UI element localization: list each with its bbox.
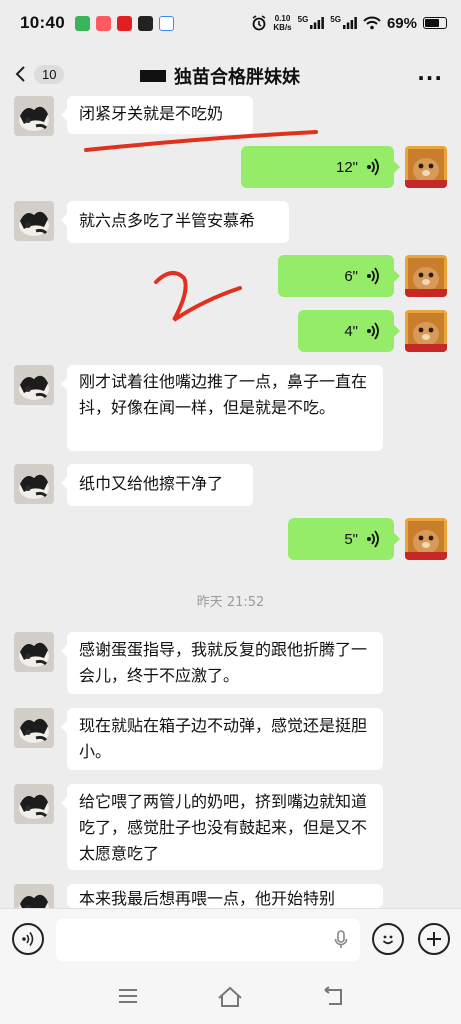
voice-duration: 12" [335, 158, 358, 176]
network-speed-value: 0.10 [274, 14, 291, 23]
voice-wave-icon [367, 322, 379, 340]
voice-wave-icon [367, 530, 379, 548]
chat-header: 10 独苗合格胖妹妹 ··· [0, 48, 461, 100]
redacted-text [140, 70, 166, 82]
self-avatar[interactable] [405, 255, 447, 297]
contact-avatar[interactable] [14, 365, 54, 405]
chat-title[interactable]: 独苗合格胖妹妹 [140, 63, 300, 89]
contact-avatar[interactable] [14, 708, 54, 748]
message-bubble[interactable]: 刚才试着往他嘴边推了一点，鼻子一直在抖，好像在闻一样，但是就是不吃。 [61, 365, 383, 451]
battery-percent: 69% [386, 14, 417, 32]
voice-duration: 5" [344, 530, 358, 548]
voice-message[interactable]: 5" [288, 518, 400, 560]
taobao-icon [137, 15, 153, 31]
wifi-icon [363, 16, 381, 30]
contact-avatar[interactable] [14, 464, 54, 504]
more-options-button[interactable]: ··· [417, 66, 443, 90]
menu-icon[interactable] [117, 986, 139, 1006]
self-avatar[interactable] [405, 310, 447, 352]
message-bubble[interactable]: 给它喂了两管儿的奶吧，挤到嘴边就知道吃了，感觉肚子也没有鼓起来，但是又不太愿意吃… [61, 784, 383, 870]
emoji-icon [382, 935, 394, 945]
more-functions-button[interactable] [418, 923, 450, 955]
red-number-annotation [154, 270, 242, 322]
back-button[interactable]: 10 [14, 64, 65, 84]
chevron-left-icon [15, 66, 25, 82]
voice-wave-icon [367, 267, 379, 285]
voice-wave-icon [367, 158, 379, 176]
emoji-button[interactable] [372, 923, 404, 955]
signal-icon [310, 17, 325, 29]
voice-message[interactable]: 4" [298, 310, 400, 352]
message-bubble[interactable]: 现在就贴在箱子边不动弹，感觉还是挺胆小。 [61, 708, 383, 770]
plus-icon [427, 932, 441, 946]
back-nav-icon[interactable] [321, 986, 345, 1008]
system-nav-bar [0, 972, 461, 1024]
status-time: 10:40 [20, 13, 65, 32]
input-bar [0, 908, 461, 972]
app-notification-icon [158, 15, 174, 31]
network-speed: 0.10 KB/s [273, 14, 291, 32]
self-avatar[interactable] [405, 146, 447, 188]
message-input[interactable] [56, 919, 360, 961]
contact-avatar[interactable] [14, 784, 54, 824]
home-icon[interactable] [217, 986, 243, 1008]
contact-avatar[interactable] [14, 96, 54, 136]
voice-message[interactable]: 6" [278, 255, 400, 297]
app-notification-icon [95, 15, 111, 31]
signal-icon [342, 17, 357, 29]
alarm-icon [252, 15, 266, 31]
network-speed-unit: KB/s [273, 23, 292, 32]
voice-message[interactable]: 12" [241, 146, 400, 188]
status-bar: 10:40 0.10 KB/s 5G 5G 69% [0, 0, 461, 46]
unread-count-badge: 10 [34, 64, 65, 84]
signal-5g-label: 5G [330, 14, 341, 24]
voice-input-button[interactable] [12, 923, 44, 955]
self-avatar[interactable] [405, 518, 447, 560]
chat-title-text: 独苗合格胖妹妹 [174, 67, 300, 88]
message-timestamp: 昨天 21:52 [196, 595, 265, 610]
microphone-icon[interactable] [334, 930, 348, 950]
message-bubble[interactable]: 感谢蛋蛋指导，我就反复的跟他折腾了一会儿，终于不应激了。 [61, 632, 383, 694]
signal-5g-label: 5G [297, 14, 309, 24]
contact-avatar[interactable] [14, 201, 54, 241]
message-bubble[interactable]: 纸巾又给他擦干净了 [61, 464, 253, 506]
notification-icons [74, 15, 174, 31]
message-bubble[interactable]: 就六点多吃了半管安慕希 [61, 201, 289, 243]
contact-avatar[interactable] [14, 632, 54, 672]
app-notification-icon [116, 15, 132, 31]
voice-mode-icon [22, 932, 34, 946]
battery-icon [423, 17, 447, 29]
voice-duration: 4" [344, 322, 358, 340]
voice-duration: 6" [344, 267, 358, 285]
app-notification-icon [74, 15, 90, 31]
message-bubble[interactable]: 本来我最后想再喂一点，他开始特别 [67, 884, 383, 908]
